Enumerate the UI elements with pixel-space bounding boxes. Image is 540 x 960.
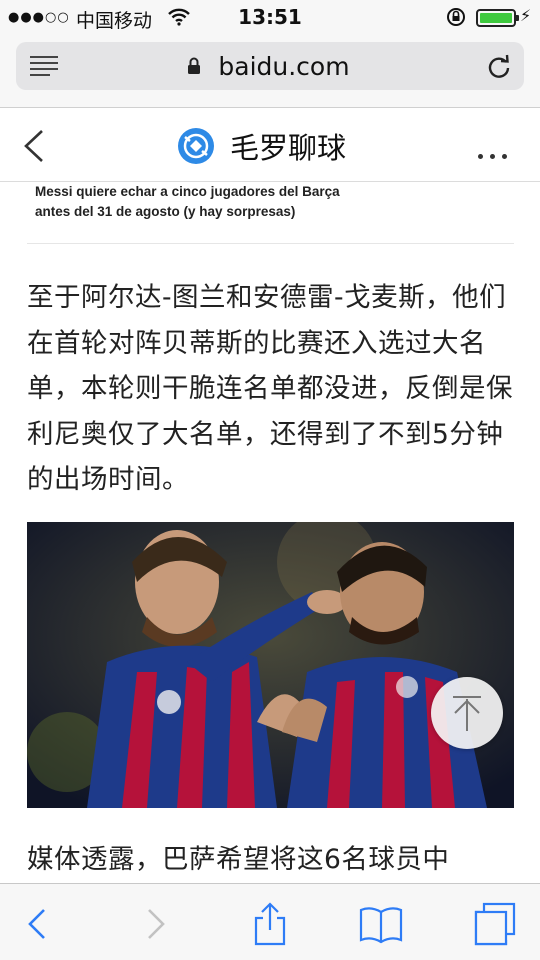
article-body: Messi quiere echar a cinco jugadores del… — [0, 183, 540, 883]
charging-icon: ⚡ — [520, 6, 532, 25]
snippet-headline: Messi quiere echar a cinco jugadores del… — [35, 184, 340, 219]
status-bar: ●●●○○ 中国移动 13:51 ⚡ — [0, 0, 540, 34]
brand-logo-icon — [178, 128, 214, 164]
forward-arrow-icon[interactable] — [133, 902, 177, 946]
article-paragraph: 媒体透露，巴萨希望将这6名球员中 — [27, 844, 450, 875]
rotation-lock-icon — [446, 7, 466, 31]
browser-address-area: baidu.com — [0, 34, 540, 108]
back-chevron-icon[interactable] — [22, 129, 46, 163]
share-icon[interactable] — [248, 902, 292, 946]
bookmarks-icon[interactable] — [359, 902, 403, 946]
scroll-to-top-button[interactable] — [431, 677, 503, 749]
more-icon[interactable] — [478, 144, 514, 163]
article-photo — [27, 522, 514, 808]
brand-name: 毛罗聊球 — [230, 131, 347, 165]
url-text[interactable]: baidu.com — [16, 52, 524, 81]
back-arrow-icon[interactable] — [16, 902, 60, 946]
brand[interactable]: 毛罗聊球 — [178, 128, 347, 165]
battery-icon — [476, 9, 519, 27]
address-bar[interactable]: baidu.com — [16, 42, 524, 90]
browser-toolbar — [0, 883, 540, 960]
scroll-to-top-icon — [453, 696, 481, 731]
article-paragraph: 至于阿尔达-图兰和安德雷-戈麦斯，他们在首轮对阵贝蒂斯的比赛还入选过大名单，本轮… — [27, 282, 513, 495]
reload-icon[interactable] — [486, 54, 512, 80]
news-snippet-image: Messi quiere echar a cinco jugadores del… — [27, 183, 514, 244]
tabs-icon[interactable] — [472, 902, 516, 946]
page-header: 毛罗聊球 — [0, 109, 540, 182]
